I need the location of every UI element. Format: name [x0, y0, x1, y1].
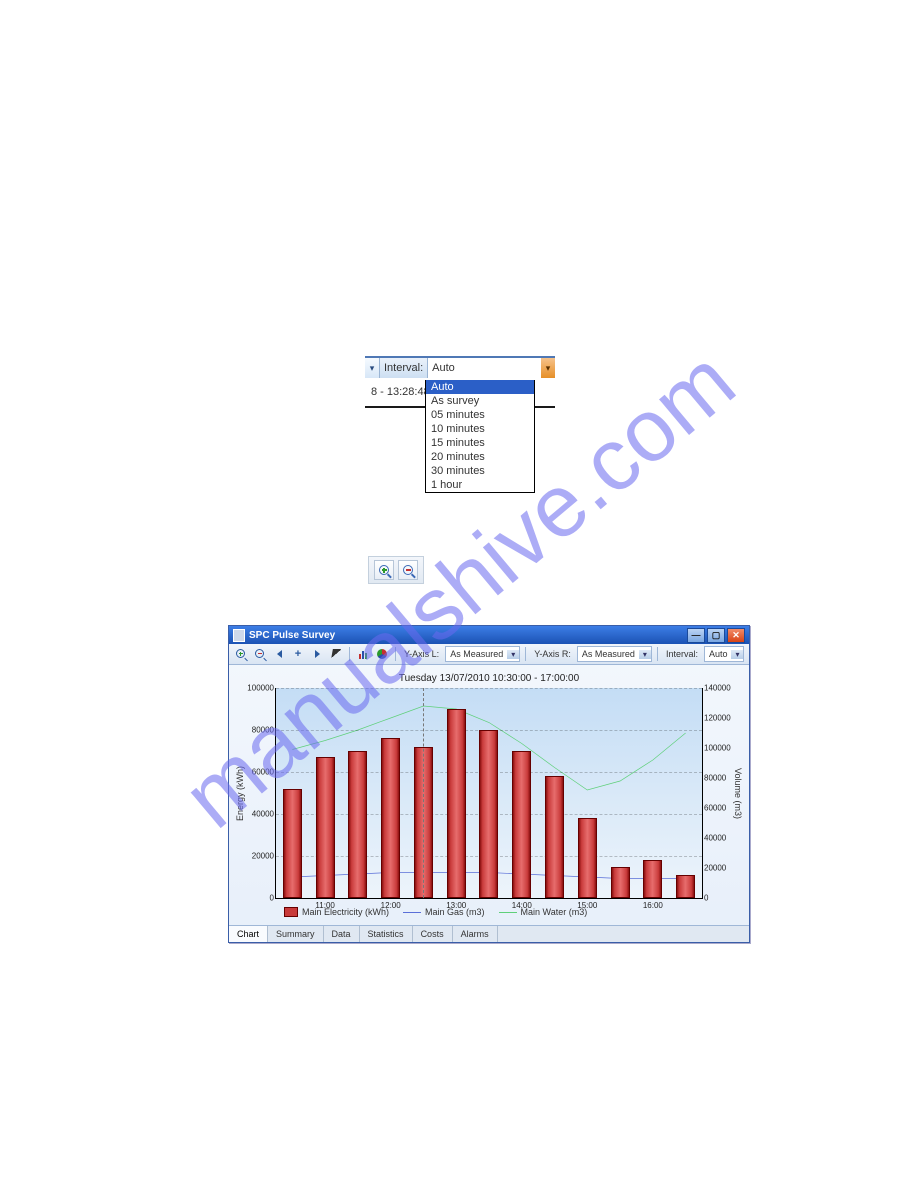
bar[interactable] [512, 751, 531, 898]
bar[interactable] [316, 757, 335, 898]
zoom-buttons [368, 556, 424, 584]
tab-statistics[interactable]: Statistics [360, 926, 413, 942]
chart-tabs: Chart Summary Data Statistics Costs Alar… [229, 925, 749, 942]
interval-option[interactable]: 1 hour [426, 478, 534, 492]
tab-alarms[interactable]: Alarms [453, 926, 498, 942]
x-tick: 14:00 [512, 898, 532, 910]
yaxis-l-dropdown[interactable]: As Measured▾ [445, 646, 520, 662]
interval-option[interactable]: 20 minutes [426, 450, 534, 464]
maximize-button[interactable]: ▢ [707, 628, 725, 643]
interval-option[interactable]: 15 minutes [426, 436, 534, 450]
chart-plot-area[interactable]: 0200004000060000800001000000200004000060… [275, 688, 703, 899]
bar[interactable] [381, 738, 400, 898]
y-right-tick: 100000 [704, 744, 734, 753]
y-left-tick: 20000 [244, 852, 274, 861]
minimize-button[interactable]: — [687, 628, 705, 643]
y-left-tick: 0 [244, 894, 274, 903]
legend-swatch-icon [284, 907, 298, 917]
y-right-tick: 140000 [704, 684, 734, 693]
pie-chart-icon[interactable] [374, 646, 390, 662]
toolbar-interval-dropdown[interactable]: Auto▾ [704, 646, 745, 662]
y-right-tick: 20000 [704, 864, 734, 873]
zoom-in-button[interactable] [374, 560, 394, 580]
yaxis-r-label: Y-Axis R: [531, 649, 574, 659]
tab-summary[interactable]: Summary [268, 926, 324, 942]
y-left-tick: 80000 [244, 726, 274, 735]
bar[interactable] [479, 730, 498, 898]
interval-options-list[interactable]: Auto As survey 05 minutes 10 minutes 15 … [425, 380, 535, 493]
yaxis-l-label: Y-Axis L: [401, 649, 442, 659]
zoom-out-button[interactable] [398, 560, 418, 580]
zoom-out-icon[interactable] [252, 646, 268, 662]
close-button[interactable]: ✕ [727, 628, 745, 643]
x-tick: 16:00 [643, 898, 663, 910]
y-right-tick: 0 [704, 894, 734, 903]
yaxis-r-dropdown[interactable]: As Measured▾ [577, 646, 652, 662]
chart-toolbar: + Y-Axis L: As Measured▾ Y-Axis R: As Me… [229, 644, 749, 665]
legend-line-icon [499, 912, 517, 913]
x-tick: 11:00 [315, 898, 334, 910]
bar-chart-icon[interactable] [355, 646, 371, 662]
chart-subtitle: Tuesday 13/07/2010 10:30:00 - 17:00:00 [229, 665, 749, 688]
tab-costs[interactable]: Costs [413, 926, 453, 942]
interval-option[interactable]: 05 minutes [426, 408, 534, 422]
y-right-tick: 80000 [704, 774, 734, 783]
bar[interactable] [676, 875, 695, 898]
window-title: SPC Pulse Survey [249, 630, 335, 641]
dropdown-arrow-icon[interactable]: ▾ [541, 358, 555, 378]
x-tick: 13:00 [446, 898, 466, 910]
interval-option[interactable]: 30 minutes [426, 464, 534, 478]
y-right-tick: 40000 [704, 834, 734, 843]
interval-label: Interval: [380, 358, 428, 378]
bar[interactable] [447, 709, 466, 898]
y-right-tick: 60000 [704, 804, 734, 813]
y-left-tick: 100000 [244, 684, 274, 693]
interval-selected[interactable]: Auto [428, 358, 541, 378]
interval-option[interactable]: As survey [426, 394, 534, 408]
toolbar-interval-label: Interval: [663, 649, 701, 659]
x-tick: 15:00 [577, 898, 597, 910]
bar[interactable] [611, 867, 630, 899]
y-left-tick: 40000 [244, 810, 274, 819]
bar[interactable] [348, 751, 367, 898]
y-left-tick: 60000 [244, 768, 274, 777]
document-icon [233, 629, 245, 642]
interval-dropdown-figure: ▾ Interval: Auto ▾ 8 - 13:28:48 Auto As … [365, 356, 555, 493]
legend-line-icon [403, 912, 421, 913]
interval-option[interactable]: Auto [426, 380, 534, 394]
tab-data[interactable]: Data [324, 926, 360, 942]
bar[interactable] [643, 860, 662, 898]
chevron-down-icon[interactable]: ▾ [365, 358, 380, 378]
chart-legend: Main Electricity (kWh) Main Gas (m3) Mai… [229, 899, 749, 925]
bar[interactable] [578, 818, 597, 898]
add-icon[interactable]: + [290, 646, 306, 662]
zoom-in-icon[interactable] [233, 646, 249, 662]
bar[interactable] [283, 789, 302, 898]
chart-window: SPC Pulse Survey — ▢ ✕ + Y-Axis L: As Me… [228, 625, 750, 943]
x-tick: 12:00 [381, 898, 401, 910]
next-icon[interactable] [309, 646, 325, 662]
chart-cursor[interactable] [423, 688, 424, 898]
legend-gas: Main Gas (m3) [403, 907, 485, 917]
prev-icon[interactable] [271, 646, 287, 662]
yaxis-left-title: Energy (kWh) [233, 688, 247, 899]
tab-chart[interactable]: Chart [229, 926, 268, 942]
y-right-tick: 120000 [704, 714, 734, 723]
pointer-icon[interactable] [328, 646, 344, 662]
interval-option[interactable]: 10 minutes [426, 422, 534, 436]
legend-electricity: Main Electricity (kWh) [284, 907, 389, 917]
bar[interactable] [545, 776, 564, 898]
window-titlebar[interactable]: SPC Pulse Survey — ▢ ✕ [229, 626, 749, 644]
